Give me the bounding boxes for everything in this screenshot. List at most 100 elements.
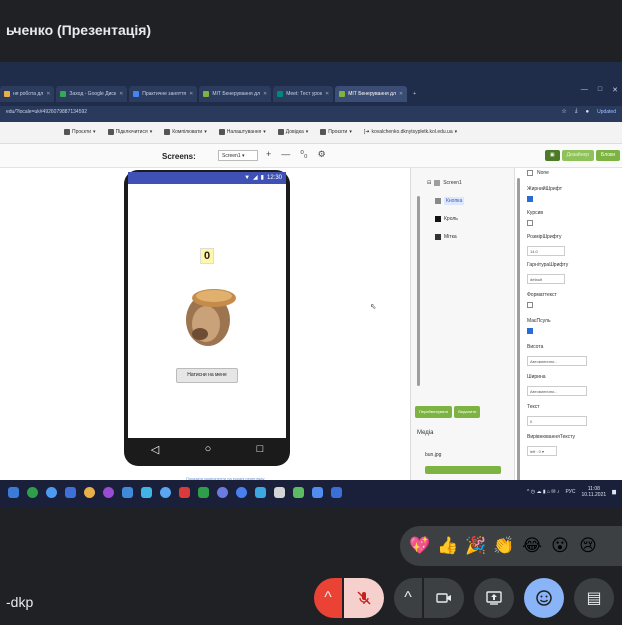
app-icon[interactable] — [27, 487, 38, 498]
designer-button[interactable]: Дизайнер — [561, 150, 595, 161]
app-icon[interactable] — [141, 487, 152, 498]
tree-item-image[interactable]: Кроль — [427, 210, 464, 228]
surprised-reaction[interactable]: 😮 — [548, 534, 572, 558]
captions-button[interactable]: ▤ — [574, 578, 614, 618]
sparkling-heart-reaction[interactable]: 💖 — [408, 534, 432, 558]
recents-icon[interactable]: □ — [257, 443, 264, 455]
html-checkbox[interactable] — [527, 302, 533, 308]
app-icon[interactable] — [331, 487, 342, 498]
browser-tab[interactable]: МІТ Бенерування дл ✕ — [199, 86, 272, 102]
bold-checkbox[interactable] — [527, 196, 533, 202]
close-icon[interactable]: ✕ — [325, 91, 329, 97]
width-input[interactable]: Автоматично... — [527, 386, 587, 396]
menu-settings[interactable]: Налаштування ▾ — [218, 129, 266, 135]
menu-projects[interactable]: Проєкти ▾ — [64, 129, 96, 135]
text-input[interactable]: 0 — [527, 416, 587, 426]
shape-checkbox[interactable] — [527, 328, 533, 334]
app-icon[interactable] — [198, 487, 209, 498]
app-icon[interactable] — [236, 487, 247, 498]
thumbs-up-reaction[interactable]: 👍 — [436, 534, 460, 558]
menu-my-projects[interactable]: Проєкти ▾ — [320, 129, 352, 135]
menu-build[interactable]: Компілювати ▾ — [164, 129, 207, 135]
tray-icons[interactable]: ^ ◷ ☁ ▮ ⌂ ✉ ♪ — [527, 489, 560, 495]
delete-button[interactable]: Видалити — [454, 406, 481, 418]
browser-tab[interactable]: Meet: Тест урок ✕ — [273, 86, 334, 102]
mic-options-button[interactable]: ^ — [314, 578, 342, 618]
palette-toggle-button[interactable]: ▣ — [544, 150, 560, 161]
italic-checkbox[interactable] — [527, 220, 533, 226]
camera-button[interactable] — [424, 578, 464, 618]
minimize-icon[interactable]: — — [581, 86, 588, 94]
align-select[interactable]: left : 0 ▾ — [527, 446, 557, 456]
browser-tab[interactable]: Практичне заняття ✕ — [129, 86, 198, 102]
tree-item-label[interactable]: Мітка — [427, 228, 464, 246]
app-icon[interactable] — [84, 487, 95, 498]
mic-muted-icon[interactable] — [344, 578, 384, 618]
update-button[interactable]: Updated — [597, 109, 616, 115]
components-scrollbar[interactable] — [417, 196, 420, 386]
browser-tab[interactable]: ня робота дл ✕ — [0, 86, 55, 102]
present-button[interactable] — [474, 578, 514, 618]
fontfamily-input[interactable]: default — [527, 274, 565, 284]
laughing-reaction[interactable]: 😂 — [520, 534, 544, 558]
checkpoint-button[interactable]: ⁰₀ — [300, 149, 307, 160]
upload-file-button[interactable] — [425, 466, 501, 474]
media-file-item[interactable]: bun.jpg — [425, 452, 441, 458]
maximize-icon[interactable]: □ — [598, 86, 602, 94]
url-field[interactable]: edu/?locale=uk#4926079887134592 — [6, 109, 87, 115]
tree-item-screen1[interactable]: ⊟ Screen1 — [427, 174, 464, 192]
close-window-icon[interactable]: ✕ — [612, 86, 618, 94]
close-icon[interactable]: ✕ — [119, 91, 123, 97]
collapse-icon[interactable]: ⊟ — [427, 180, 431, 186]
remove-screen-button[interactable]: — — [281, 149, 290, 160]
crying-reaction[interactable]: 😢 — [576, 534, 600, 558]
app-icon[interactable] — [46, 487, 57, 498]
browser-tab[interactable]: Заход - Google Диск ✕ — [56, 86, 128, 102]
project-properties-button[interactable]: ⚙ — [318, 149, 326, 160]
close-icon[interactable]: ✕ — [46, 91, 50, 97]
add-screen-button[interactable]: + — [266, 149, 271, 160]
app-icon[interactable] — [160, 487, 171, 498]
height-input[interactable]: Автоматично... — [527, 356, 587, 366]
blocks-button[interactable]: Блоки — [596, 150, 620, 161]
click-me-button[interactable]: Натисни на мене — [176, 368, 238, 383]
camera-options-button[interactable]: ^ — [394, 578, 422, 618]
back-icon[interactable]: ◁ — [151, 443, 159, 456]
menu-connect[interactable]: Підключитися ▾ — [107, 129, 152, 135]
app-icon[interactable] — [255, 487, 266, 498]
app-icon[interactable] — [65, 487, 76, 498]
start-icon[interactable] — [8, 487, 19, 498]
language-indicator[interactable]: РУС — [565, 489, 575, 495]
app-icon[interactable] — [122, 487, 133, 498]
close-icon[interactable]: ✕ — [399, 91, 403, 97]
app-icon[interactable] — [274, 487, 285, 498]
emoji-button[interactable] — [524, 578, 564, 618]
star-icon[interactable]: ☆ — [561, 108, 566, 115]
tree-item-button[interactable]: Кнопка — [427, 192, 465, 210]
screen-select[interactable]: Screen1 ▾ — [218, 150, 258, 161]
profile-icon[interactable]: ● — [585, 109, 589, 115]
clapping-reaction[interactable]: 👏 — [492, 534, 516, 558]
browser-tab-active[interactable]: МІТ Бенерування дл ✕ — [335, 86, 408, 102]
user-account[interactable]: [➜ kovalchenko.dknytsypletk.kol.edu.ua ▾ — [364, 129, 457, 135]
new-tab-button[interactable]: + — [409, 86, 420, 102]
close-icon[interactable]: ✕ — [263, 91, 267, 97]
menu-help[interactable]: Довідка ▾ — [277, 129, 308, 135]
app-icon[interactable] — [103, 487, 114, 498]
app-icon[interactable] — [217, 487, 228, 498]
notifications-icon[interactable]: ▆ — [612, 489, 616, 495]
close-icon[interactable]: ✕ — [189, 91, 193, 97]
clock[interactable]: 11:08 10.11.2021 — [581, 486, 606, 498]
party-popper-reaction[interactable]: 🎉 — [464, 534, 488, 558]
properties-scrollbar[interactable] — [517, 178, 520, 496]
shell-image[interactable] — [180, 282, 238, 348]
none-checkbox[interactable] — [527, 170, 533, 176]
home-icon[interactable]: ○ — [205, 443, 212, 455]
app-icon[interactable] — [179, 487, 190, 498]
download-icon[interactable]: ⤓ — [575, 108, 578, 115]
app-icon[interactable] — [312, 487, 323, 498]
rename-button[interactable]: Перейменувати — [415, 406, 453, 418]
app-icon[interactable] — [293, 487, 304, 498]
counter-label[interactable]: 0 — [200, 248, 214, 264]
fontsize-input[interactable]: 14.0 — [527, 246, 565, 256]
